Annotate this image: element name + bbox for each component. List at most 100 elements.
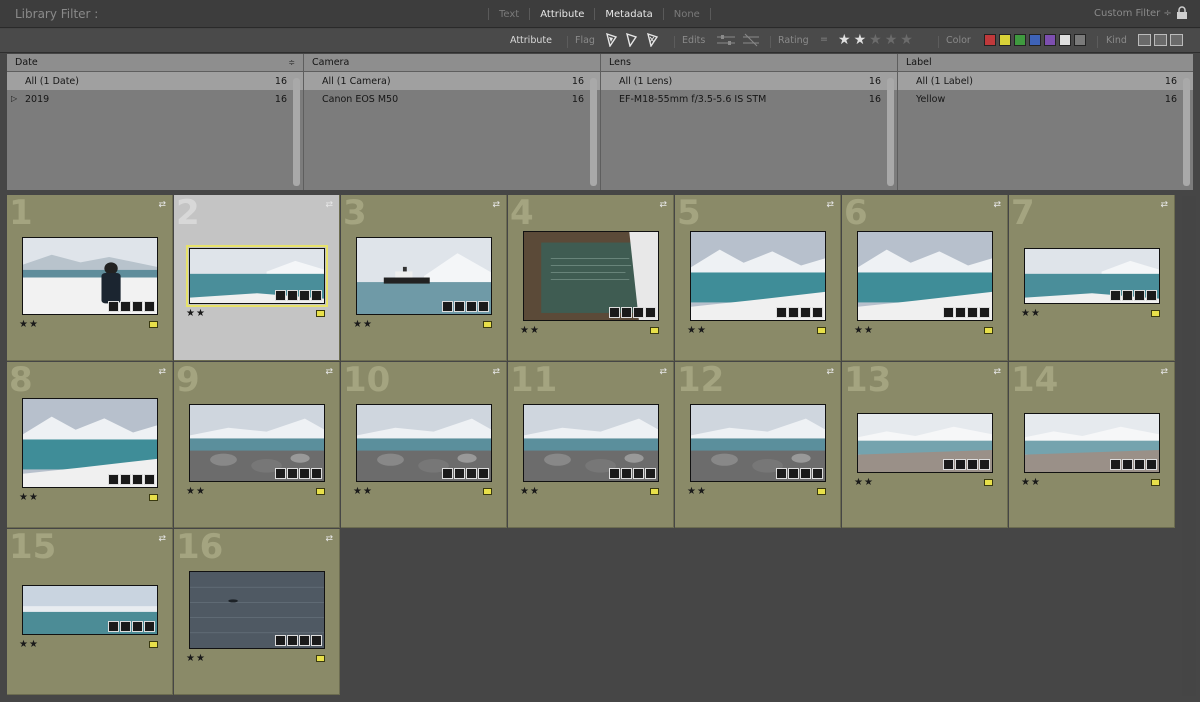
- thumbnail-cell[interactable]: 12 ⇄ ★★: [675, 360, 841, 528]
- list-item[interactable]: ▷ 2019 16: [7, 90, 303, 108]
- star-rating[interactable]: ★★: [520, 325, 540, 336]
- photo-thumbnail[interactable]: [356, 404, 492, 482]
- tab-text[interactable]: Text: [489, 9, 529, 20]
- develop-badge-icon[interactable]: [144, 474, 155, 485]
- photo-thumbnail[interactable]: [690, 404, 826, 482]
- color-label-badge[interactable]: [1151, 310, 1160, 317]
- crop-badge-icon[interactable]: [132, 474, 143, 485]
- color-label-badge[interactable]: [483, 321, 492, 328]
- photo-thumbnail[interactable]: [22, 237, 158, 315]
- star-rating[interactable]: ★★: [186, 308, 206, 319]
- unedited-filter-icon[interactable]: [742, 33, 760, 47]
- column-scrollbar[interactable]: [887, 78, 894, 186]
- expand-arrow-icon[interactable]: ▷: [11, 94, 17, 103]
- keyword-badge-icon[interactable]: [108, 301, 119, 312]
- thumbnail-cell[interactable]: 6 ⇄ ★★: [842, 193, 1008, 361]
- column-header[interactable]: Label: [898, 54, 1193, 72]
- crop-badge-icon[interactable]: [633, 468, 644, 479]
- videos-icon[interactable]: [1170, 34, 1183, 46]
- develop-badge-icon[interactable]: [478, 468, 489, 479]
- thumbnail-cell[interactable]: 16 ⇄ ★★: [174, 527, 340, 695]
- color-label-badge[interactable]: [316, 655, 325, 662]
- crop-badge-icon[interactable]: [967, 459, 978, 470]
- list-item[interactable]: All (1 Camera) 16: [304, 72, 600, 90]
- star-rating[interactable]: ★★: [19, 492, 39, 503]
- collection-badge-icon[interactable]: [788, 468, 799, 479]
- color-swatch[interactable]: [1059, 34, 1071, 46]
- keyword-badge-icon[interactable]: [609, 468, 620, 479]
- photo-thumbnail[interactable]: [1024, 248, 1160, 304]
- crop-badge-icon[interactable]: [967, 307, 978, 318]
- develop-badge-icon[interactable]: [311, 290, 322, 301]
- crop-badge-icon[interactable]: [466, 301, 477, 312]
- color-swatch[interactable]: [1014, 34, 1026, 46]
- thumbnail-cell[interactable]: 8 ⇄ ★★: [7, 360, 173, 528]
- collection-badge-icon[interactable]: [120, 474, 131, 485]
- crop-badge-icon[interactable]: [299, 468, 310, 479]
- crop-badge-icon[interactable]: [800, 468, 811, 479]
- star-icon[interactable]: ★: [838, 32, 854, 48]
- thumbnail-cell[interactable]: 9 ⇄ ★★: [174, 360, 340, 528]
- color-label-badge[interactable]: [316, 488, 325, 495]
- keyword-badge-icon[interactable]: [943, 307, 954, 318]
- rejected-filter-icon[interactable]: [645, 33, 659, 47]
- develop-badge-icon[interactable]: [311, 468, 322, 479]
- photo-thumbnail[interactable]: [1024, 413, 1160, 473]
- collection-badge-icon[interactable]: [454, 468, 465, 479]
- develop-badge-icon[interactable]: [979, 307, 990, 318]
- photo-thumbnail[interactable]: [189, 571, 325, 649]
- crop-badge-icon[interactable]: [1134, 290, 1145, 301]
- color-label-badge[interactable]: [149, 494, 158, 501]
- collection-badge-icon[interactable]: [955, 307, 966, 318]
- list-item[interactable]: All (1 Date) 16: [7, 72, 303, 90]
- collection-badge-icon[interactable]: [1122, 290, 1133, 301]
- thumbnail-cell[interactable]: 13 ⇄ ★★: [842, 360, 1008, 528]
- thumbnail-cell[interactable]: 11 ⇄ ★★: [508, 360, 674, 528]
- star-rating[interactable]: ★★: [19, 639, 39, 650]
- crop-badge-icon[interactable]: [132, 621, 143, 632]
- photo-thumbnail[interactable]: [356, 237, 492, 315]
- thumbnail-cell[interactable]: 4 ⇄ ★★: [508, 193, 674, 361]
- star-rating[interactable]: ★★: [186, 653, 206, 664]
- color-swatch[interactable]: [999, 34, 1011, 46]
- color-label-badge[interactable]: [650, 488, 659, 495]
- keyword-badge-icon[interactable]: [776, 468, 787, 479]
- thumbnail-cell[interactable]: 1 ⇄ ★★: [7, 193, 173, 361]
- star-icon[interactable]: ★: [854, 32, 870, 48]
- star-icon[interactable]: ★: [869, 32, 885, 48]
- color-swatch[interactable]: [1074, 34, 1086, 46]
- star-rating[interactable]: ★★: [186, 486, 206, 497]
- star-rating[interactable]: ★★: [687, 325, 707, 336]
- star-rating[interactable]: ★★: [353, 319, 373, 330]
- color-label-badge[interactable]: [817, 327, 826, 334]
- color-label-badge[interactable]: [1151, 479, 1160, 486]
- crop-badge-icon[interactable]: [633, 307, 644, 318]
- thumbnail-cell[interactable]: 10 ⇄ ★★: [341, 360, 507, 528]
- keyword-badge-icon[interactable]: [442, 468, 453, 479]
- collection-badge-icon[interactable]: [120, 621, 131, 632]
- keyword-badge-icon[interactable]: [1110, 290, 1121, 301]
- rating-operator[interactable]: =: [820, 34, 828, 45]
- lock-icon[interactable]: [1176, 6, 1188, 20]
- keyword-badge-icon[interactable]: [609, 307, 620, 318]
- crop-badge-icon[interactable]: [800, 307, 811, 318]
- develop-badge-icon[interactable]: [812, 468, 823, 479]
- develop-badge-icon[interactable]: [645, 468, 656, 479]
- star-rating[interactable]: ★★: [353, 486, 373, 497]
- color-label-badge[interactable]: [149, 641, 158, 648]
- rating-filter-stars[interactable]: ★★★★★: [838, 32, 916, 48]
- photo-thumbnail[interactable]: [690, 231, 826, 321]
- column-scrollbar[interactable]: [590, 78, 597, 186]
- star-rating[interactable]: ★★: [19, 319, 39, 330]
- list-item[interactable]: All (1 Lens) 16: [601, 72, 897, 90]
- develop-badge-icon[interactable]: [311, 635, 322, 646]
- thumbnail-cell[interactable]: 15 ⇄ ★★: [7, 527, 173, 695]
- thumbnail-cell[interactable]: 2 ⇄ ★★: [174, 193, 340, 361]
- photo-thumbnail[interactable]: [189, 404, 325, 482]
- column-header[interactable]: Camera: [304, 54, 600, 72]
- keyword-badge-icon[interactable]: [275, 468, 286, 479]
- flagged-filter-icon[interactable]: [604, 33, 618, 47]
- color-swatch[interactable]: [984, 34, 996, 46]
- custom-filter-dropdown[interactable]: Custom Filter ÷: [1094, 8, 1172, 19]
- keyword-badge-icon[interactable]: [943, 459, 954, 470]
